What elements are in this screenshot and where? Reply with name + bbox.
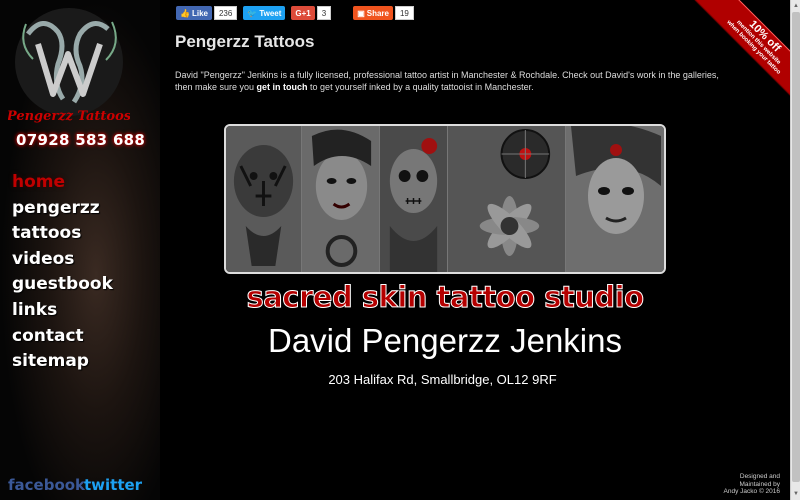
google-plus-button[interactable]: G+1 (291, 6, 315, 20)
twitter-link[interactable]: twitter (84, 476, 142, 494)
scrollbar-thumb[interactable] (792, 12, 800, 482)
artist-name: David Pengerzz Jenkins (267, 322, 622, 359)
tattoo-image-flower-compass (448, 126, 566, 272)
tattoo-image-woman-portrait (566, 126, 664, 272)
page-title: Pengerzz Tattoos (175, 32, 315, 51)
share-label: Share (366, 8, 389, 18)
phone-number: 07928 583 688 (16, 131, 146, 149)
tweet-label: Tweet (259, 8, 282, 18)
intro-text-2: to get yourself inked by a quality tatto… (307, 82, 534, 92)
thumbs-up-icon: 👍 (180, 8, 190, 18)
tattoo-image-sugar-skull (380, 126, 448, 272)
svg-text:Pengerzz Tattoos: Pengerzz Tattoos (8, 109, 130, 124)
share-button[interactable]: ▣ Share (353, 6, 393, 20)
studio-address: 203 Halifax Rd, Smallbridge, OL12 9RF (328, 372, 557, 387)
credit-line-1: Designed and (739, 473, 780, 480)
discount-ribbon-band: 10% off mention this website when bookin… (694, 0, 800, 107)
nav-item-home[interactable]: home (12, 171, 113, 197)
share-count: 19 (394, 6, 414, 20)
sidebar: Pengerzz Tattoos 07928 583 688 home penge… (0, 0, 160, 500)
tattoo-image-woman-face (302, 126, 380, 272)
tattoo-banner[interactable] (224, 124, 666, 274)
discount-ribbon[interactable]: 10% off mention this website when bookin… (690, 0, 800, 110)
nav-item-videos[interactable]: videos (12, 248, 113, 274)
credit-line-3: Andy Jacko © 2016 (723, 488, 780, 495)
like-count: 236 (213, 6, 238, 20)
gplus-count: 3 (316, 6, 332, 20)
tweet-button[interactable]: 🐦 Tweet (243, 6, 286, 20)
social-bar: 👍 Like 236 🐦 Tweet G+1 3 ▣ Share 19 (176, 6, 414, 20)
vertical-scrollbar[interactable]: ▲ ▼ (790, 0, 800, 500)
scroll-up-arrow-icon[interactable]: ▲ (792, 1, 800, 11)
credit-line-2: Maintained by (739, 480, 780, 488)
nav-item-pengerzz[interactable]: pengerzz (12, 197, 113, 223)
facebook-link[interactable]: facebook (8, 476, 85, 494)
facebook-like-button[interactable]: 👍 Like (176, 6, 212, 20)
nav-item-tattoos[interactable]: tattoos (12, 222, 113, 248)
site-credit: Designed and Maintained by Andy Jacko © … (724, 473, 780, 496)
tattoo-image-tiger (226, 126, 302, 272)
intro-paragraph: David "Pengerzz" Jenkins is a fully lice… (175, 69, 735, 93)
studio-name: sacred skin tattoo studio (246, 280, 645, 315)
twitter-bird-icon: 🐦 (247, 8, 258, 18)
share-icon: ▣ (357, 8, 365, 18)
like-label: Like (191, 8, 208, 18)
site-logo[interactable]: Pengerzz Tattoos (8, 4, 130, 126)
get-in-touch-link[interactable]: get in touch (257, 82, 308, 92)
scroll-down-arrow-icon[interactable]: ▼ (792, 489, 800, 499)
